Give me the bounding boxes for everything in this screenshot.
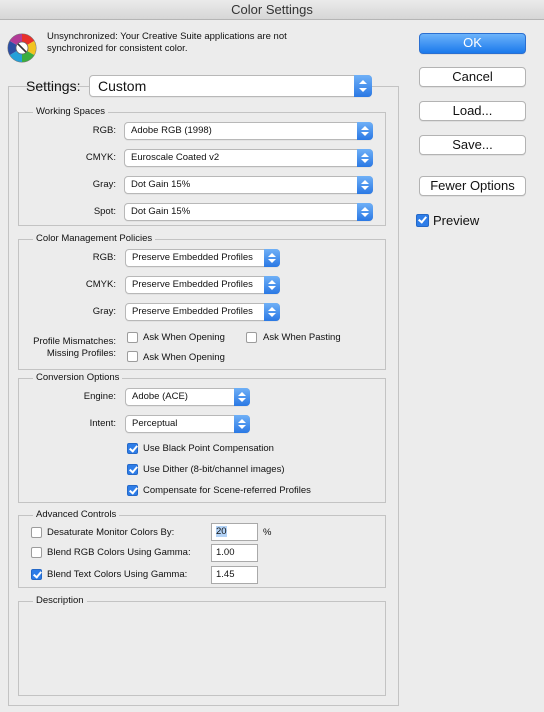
policy-cmyk-label: CMYK: xyxy=(85,279,116,290)
desaturate-label: Desaturate Monitor Colors By: xyxy=(47,527,175,538)
black-point-label: Use Black Point Compensation xyxy=(143,443,274,454)
policy-gray-value: Preserve Embedded Profiles xyxy=(132,306,253,317)
desaturate-value: 20 xyxy=(216,526,227,537)
settings-label: Settings: xyxy=(26,78,81,94)
save-button[interactable]: Save... xyxy=(419,135,526,155)
window-title: Color Settings xyxy=(0,0,544,20)
preview-checkbox[interactable] xyxy=(416,214,429,227)
ask-when-pasting-checkbox[interactable] xyxy=(246,332,257,343)
chevron-updown-icon xyxy=(264,276,280,294)
blend-text-checkbox[interactable] xyxy=(31,569,42,580)
chevron-updown-icon xyxy=(354,75,372,97)
ws-spot-label: Spot: xyxy=(93,206,116,217)
policies-title: Color Management Policies xyxy=(33,233,156,245)
policy-gray-select[interactable]: Preserve Embedded Profiles xyxy=(125,303,280,321)
blend-text-label: Blend Text Colors Using Gamma: xyxy=(47,569,188,580)
policy-cmyk-value: Preserve Embedded Profiles xyxy=(132,279,253,290)
chevron-updown-icon xyxy=(357,203,373,221)
ws-cmyk-label: CMYK: xyxy=(85,152,116,163)
ask-when-opening-checkbox[interactable] xyxy=(127,332,138,343)
blend-rgb-value: 1.00 xyxy=(216,547,235,558)
blend-rgb-checkbox[interactable] xyxy=(31,547,42,558)
chevron-updown-icon xyxy=(264,303,280,321)
missing-ask-when-opening-label: Ask When Opening xyxy=(143,352,225,363)
missing-ask-when-opening-checkbox[interactable] xyxy=(127,351,138,362)
ws-spot-select[interactable]: Dot Gain 15% xyxy=(124,203,373,221)
ws-rgb-label: RGB: xyxy=(92,125,116,136)
black-point-checkbox[interactable] xyxy=(127,443,138,454)
description-group: Description xyxy=(18,595,386,696)
engine-label: Engine: xyxy=(83,391,116,402)
ws-cmyk-select[interactable]: Euroscale Coated v2 xyxy=(124,149,373,167)
desaturate-unit: % xyxy=(263,527,272,538)
policy-rgb-value: Preserve Embedded Profiles xyxy=(132,252,253,263)
ask-when-opening-label: Ask When Opening xyxy=(143,332,225,343)
conversion-title: Conversion Options xyxy=(33,372,123,384)
load-button[interactable]: Load... xyxy=(419,101,526,121)
working-spaces-title: Working Spaces xyxy=(33,106,108,118)
engine-select[interactable]: Adobe (ACE) xyxy=(125,388,250,406)
chevron-updown-icon xyxy=(357,176,373,194)
scene-referred-checkbox[interactable] xyxy=(127,485,138,496)
policy-rgb-select[interactable]: Preserve Embedded Profiles xyxy=(125,249,280,267)
desaturate-checkbox[interactable] xyxy=(31,527,42,538)
chevron-updown-icon xyxy=(357,122,373,140)
settings-select-value: Custom xyxy=(98,78,147,94)
blend-rgb-input[interactable]: 1.00 xyxy=(211,544,258,562)
desaturate-input[interactable]: 20 xyxy=(211,523,258,541)
ask-when-pasting-label: Ask When Pasting xyxy=(263,332,341,343)
fewer-options-button[interactable]: Fewer Options xyxy=(419,176,526,196)
intent-value: Perceptual xyxy=(132,418,178,429)
policy-rgb-label: RGB: xyxy=(92,252,116,263)
policy-gray-label: Gray: xyxy=(92,306,116,317)
color-wheel-warning-icon xyxy=(7,33,37,63)
intent-select[interactable]: Perceptual xyxy=(125,415,250,433)
chevron-updown-icon xyxy=(234,388,250,406)
description-title: Description xyxy=(33,595,87,607)
policy-cmyk-select[interactable]: Preserve Embedded Profiles xyxy=(125,276,280,294)
chevron-updown-icon xyxy=(234,415,250,433)
ws-rgb-value: Adobe RGB (1998) xyxy=(131,125,212,136)
missing-profiles-label: Missing Profiles: xyxy=(46,348,116,359)
blend-text-input[interactable]: 1.45 xyxy=(211,566,258,584)
ws-gray-label: Gray: xyxy=(92,179,116,190)
chevron-updown-icon xyxy=(357,149,373,167)
ws-rgb-select[interactable]: Adobe RGB (1998) xyxy=(124,122,373,140)
intent-label: Intent: xyxy=(89,418,116,429)
scene-referred-label: Compensate for Scene-referred Profiles xyxy=(143,485,311,496)
chevron-updown-icon xyxy=(264,249,280,267)
ws-spot-value: Dot Gain 15% xyxy=(131,206,191,217)
settings-select[interactable]: Custom xyxy=(89,75,372,97)
sync-warning-text: Unsynchronized: Your Creative Suite appl… xyxy=(47,31,347,55)
dither-label: Use Dither (8-bit/channel images) xyxy=(143,464,285,475)
ws-cmyk-value: Euroscale Coated v2 xyxy=(131,152,220,163)
dither-checkbox[interactable] xyxy=(127,464,138,475)
cancel-button[interactable]: Cancel xyxy=(419,67,526,87)
preview-label: Preview xyxy=(433,213,480,228)
ws-gray-select[interactable]: Dot Gain 15% xyxy=(124,176,373,194)
ws-gray-value: Dot Gain 15% xyxy=(131,179,191,190)
sync-warning-line-2: synchronized for consistent color. xyxy=(47,43,188,54)
ok-button[interactable]: OK xyxy=(419,33,526,54)
engine-value: Adobe (ACE) xyxy=(132,391,188,402)
sync-warning-line-1: Unsynchronized: Your Creative Suite appl… xyxy=(47,31,287,42)
advanced-title: Advanced Controls xyxy=(33,509,120,521)
profile-mismatches-label: Profile Mismatches: xyxy=(33,336,116,347)
blend-rgb-label: Blend RGB Colors Using Gamma: xyxy=(47,547,191,558)
blend-text-value: 1.45 xyxy=(216,569,235,580)
